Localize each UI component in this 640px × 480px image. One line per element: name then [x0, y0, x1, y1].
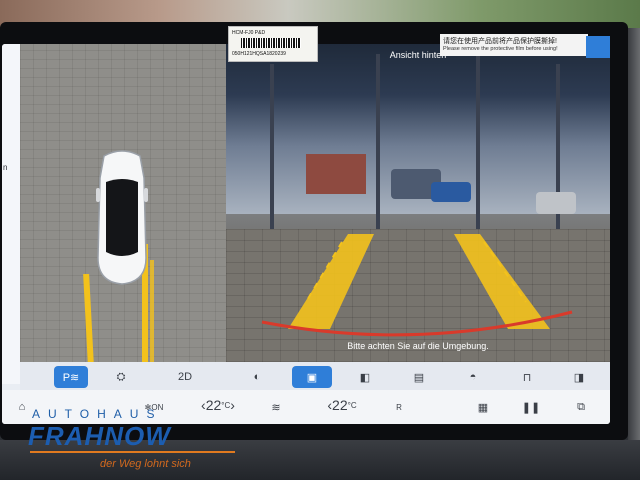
protect-film-tab — [586, 36, 610, 58]
infotainment-screen: n Ansicht hinten Bitte achten Sie auf di… — [2, 44, 610, 424]
protect-notice-en: Please remove the protective film before… — [443, 46, 558, 52]
cam-wheel-button[interactable]: ⊓ — [514, 366, 540, 388]
grid-menu-button[interactable]: ▦ — [472, 396, 494, 418]
rear-camera-view: Ansicht hinten Bitte achten Sie auf die … — [226, 44, 610, 384]
watermark-slogan: der Weg lohnt sich — [100, 458, 191, 470]
cam-rear-button[interactable]: ▣ — [292, 366, 332, 388]
seat-heat-button[interactable]: ≋ — [264, 396, 288, 418]
rear-defrost-button[interactable]: R — [388, 396, 410, 418]
temp-left-value: 22 — [205, 397, 222, 413]
watermark-brand: FRAHNOW — [28, 421, 171, 451]
safety-hint: Bitte achten Sie auf die Umgebung. — [347, 341, 489, 351]
barcode — [241, 38, 301, 48]
cam-left-side-button[interactable]: ◐ — [244, 366, 270, 388]
sticker-line2: 050H121HQSA1820239 — [232, 51, 286, 57]
cam-left-button[interactable]: ◧ — [352, 366, 378, 388]
home-button[interactable]: ⌂ — [12, 396, 32, 418]
parking-guide-lines — [261, 234, 573, 337]
watermark-underline — [30, 451, 235, 453]
protect-notice-cn: 请您在使用产品前将产品保护膜撕掉! — [443, 38, 557, 45]
temp-right-control[interactable]: ‹ 22 °C — [312, 394, 372, 416]
surround-top-view — [20, 44, 226, 384]
pause-button[interactable]: ❚❚ — [520, 396, 542, 418]
temp-left-unit: °C — [221, 400, 231, 410]
window-button[interactable]: ⧉ — [570, 396, 592, 418]
chevron-right-icon: › — [230, 397, 235, 413]
cam-front-button[interactable]: ◓ — [460, 366, 486, 388]
park-assist-button[interactable]: P≋ — [54, 366, 88, 388]
watermark-autohaus: AUTOHAUS — [32, 407, 163, 421]
temp-right-value: 22 — [332, 397, 348, 413]
car-top-icon — [96, 150, 148, 285]
temp-left-control[interactable]: ‹ 22 °C › — [188, 394, 248, 416]
sticker-line1: HCM-FJ0 P&D — [232, 30, 266, 36]
side-panel: n — [2, 44, 20, 384]
sticker: HCM-FJ0 P&D 050H121HQSA1820239 — [228, 26, 318, 62]
side-panel-text: n — [3, 163, 8, 172]
temp-right-unit: °C — [347, 400, 357, 410]
cam-top-button[interactable]: ▤ — [406, 366, 432, 388]
view-2d-button[interactable]: 2D — [172, 366, 198, 388]
car-front-view-button[interactable]: ⛭ — [108, 366, 134, 388]
cam-right-button[interactable]: ◨ — [566, 366, 592, 388]
dashboard-edge — [628, 28, 640, 440]
protect-film-notice: 请您在使用产品前将产品保护膜撕掉! Please remove the prot… — [440, 34, 588, 56]
